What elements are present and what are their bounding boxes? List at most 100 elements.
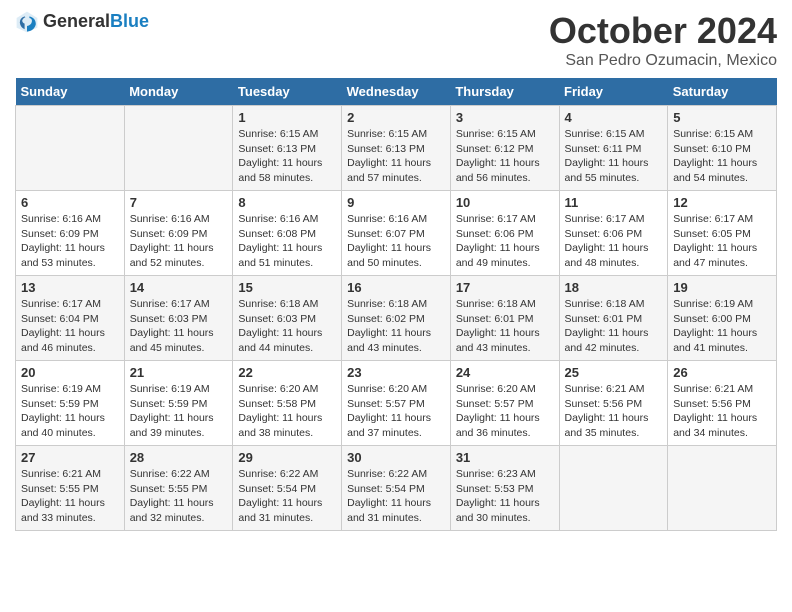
calendar-cell: 6 Sunrise: 6:16 AM Sunset: 6:09 PM Daylig…	[16, 191, 125, 276]
day-info: Sunrise: 6:20 AM Sunset: 5:57 PM Dayligh…	[456, 382, 554, 441]
header-day-thursday: Thursday	[450, 78, 559, 106]
calendar-cell: 27Sunrise: 6:21 AM Sunset: 5:55 PM Dayli…	[16, 446, 125, 531]
day-number: 7	[130, 195, 228, 210]
day-number: 16	[347, 280, 445, 295]
day-info: Sunrise: 6:19 AM Sunset: 5:59 PM Dayligh…	[21, 382, 119, 441]
day-info: Sunrise: 6:15 AM Sunset: 6:11 PM Dayligh…	[565, 127, 663, 186]
calendar-cell: 1 Sunrise: 6:15 AM Sunset: 6:13 PM Daylig…	[233, 106, 342, 191]
calendar-cell	[559, 446, 668, 531]
day-number: 6	[21, 195, 119, 210]
day-number: 30	[347, 450, 445, 465]
day-info: Sunrise: 6:16 AM Sunset: 6:07 PM Dayligh…	[347, 212, 445, 271]
calendar-cell: 17 Sunrise: 6:18 AM Sunset: 6:01 PM Dayli…	[450, 276, 559, 361]
calendar-cell: 15Sunrise: 6:18 AM Sunset: 6:03 PM Dayli…	[233, 276, 342, 361]
calendar-cell: 8 Sunrise: 6:16 AM Sunset: 6:08 PM Daylig…	[233, 191, 342, 276]
day-number: 21	[130, 365, 228, 380]
day-info: Sunrise: 6:17 AM Sunset: 6:06 PM Dayligh…	[456, 212, 554, 271]
calendar-cell: 22Sunrise: 6:20 AM Sunset: 5:58 PM Dayli…	[233, 361, 342, 446]
day-info: Sunrise: 6:15 AM Sunset: 6:13 PM Dayligh…	[347, 127, 445, 186]
day-info: Sunrise: 6:17 AM Sunset: 6:04 PM Dayligh…	[21, 297, 119, 356]
day-number: 31	[456, 450, 554, 465]
title-area: October 2024 San Pedro Ozumacin, Mexico	[549, 10, 777, 70]
day-info: Sunrise: 6:16 AM Sunset: 6:09 PM Dayligh…	[130, 212, 228, 271]
day-info: Sunrise: 6:18 AM Sunset: 6:02 PM Dayligh…	[347, 297, 445, 356]
day-info: Sunrise: 6:22 AM Sunset: 5:54 PM Dayligh…	[347, 467, 445, 526]
day-info: Sunrise: 6:18 AM Sunset: 6:01 PM Dayligh…	[456, 297, 554, 356]
logo: General Blue	[15, 10, 149, 34]
calendar-cell: 2Sunrise: 6:15 AM Sunset: 6:13 PM Daylig…	[342, 106, 451, 191]
day-info: Sunrise: 6:19 AM Sunset: 5:59 PM Dayligh…	[130, 382, 228, 441]
header-day-friday: Friday	[559, 78, 668, 106]
day-number: 14	[130, 280, 228, 295]
calendar-cell: 19 Sunrise: 6:19 AM Sunset: 6:00 PM Dayli…	[668, 276, 777, 361]
day-number: 11	[565, 195, 663, 210]
day-number: 23	[347, 365, 445, 380]
day-number: 3	[456, 110, 554, 125]
calendar-cell: 20 Sunrise: 6:19 AM Sunset: 5:59 PM Dayli…	[16, 361, 125, 446]
calendar-cell: 10 Sunrise: 6:17 AM Sunset: 6:06 PM Dayli…	[450, 191, 559, 276]
calendar-cell: 18 Sunrise: 6:18 AM Sunset: 6:01 PM Dayli…	[559, 276, 668, 361]
calendar-cell: 16 Sunrise: 6:18 AM Sunset: 6:02 PM Dayli…	[342, 276, 451, 361]
day-number: 20	[21, 365, 119, 380]
calendar-cell	[16, 106, 125, 191]
header: General Blue October 2024 San Pedro Ozum…	[15, 10, 777, 70]
day-number: 13	[21, 280, 119, 295]
calendar-cell: 7 Sunrise: 6:16 AM Sunset: 6:09 PM Daylig…	[124, 191, 233, 276]
day-number: 9	[347, 195, 445, 210]
calendar-week-1: 1 Sunrise: 6:15 AM Sunset: 6:13 PM Daylig…	[16, 106, 777, 191]
day-number: 18	[565, 280, 663, 295]
day-number: 19	[673, 280, 771, 295]
calendar-cell	[124, 106, 233, 191]
calendar-cell	[668, 446, 777, 531]
calendar-cell: 26 Sunrise: 6:21 AM Sunset: 5:56 PM Dayli…	[668, 361, 777, 446]
day-info: Sunrise: 6:16 AM Sunset: 6:08 PM Dayligh…	[238, 212, 336, 271]
calendar-cell: 30 Sunrise: 6:22 AM Sunset: 5:54 PM Dayli…	[342, 446, 451, 531]
calendar-cell: 5 Sunrise: 6:15 AM Sunset: 6:10 PM Daylig…	[668, 106, 777, 191]
day-number: 10	[456, 195, 554, 210]
logo-text: General Blue	[43, 12, 149, 32]
day-info: Sunrise: 6:17 AM Sunset: 6:03 PM Dayligh…	[130, 297, 228, 356]
calendar-header-row: SundayMondayTuesdayWednesdayThursdayFrid…	[16, 78, 777, 106]
month-title: October 2024	[549, 10, 777, 52]
day-number: 1	[238, 110, 336, 125]
calendar-week-3: 13 Sunrise: 6:17 AM Sunset: 6:04 PM Dayli…	[16, 276, 777, 361]
calendar-cell: 29 Sunrise: 6:22 AM Sunset: 5:54 PM Dayli…	[233, 446, 342, 531]
calendar-cell: 21 Sunrise: 6:19 AM Sunset: 5:59 PM Dayli…	[124, 361, 233, 446]
day-number: 12	[673, 195, 771, 210]
day-number: 4	[565, 110, 663, 125]
day-info: Sunrise: 6:18 AM Sunset: 6:01 PM Dayligh…	[565, 297, 663, 356]
day-info: Sunrise: 6:21 AM Sunset: 5:56 PM Dayligh…	[673, 382, 771, 441]
day-number: 5	[673, 110, 771, 125]
calendar-cell: 28 Sunrise: 6:22 AM Sunset: 5:55 PM Dayli…	[124, 446, 233, 531]
calendar-cell: 11 Sunrise: 6:17 AM Sunset: 6:06 PM Dayli…	[559, 191, 668, 276]
day-info: Sunrise: 6:17 AM Sunset: 6:05 PM Dayligh…	[673, 212, 771, 271]
day-info: Sunrise: 6:20 AM Sunset: 5:57 PM Dayligh…	[347, 382, 445, 441]
header-day-tuesday: Tuesday	[233, 78, 342, 106]
day-number: 29	[238, 450, 336, 465]
header-day-wednesday: Wednesday	[342, 78, 451, 106]
day-number: 28	[130, 450, 228, 465]
day-info: Sunrise: 6:17 AM Sunset: 6:06 PM Dayligh…	[565, 212, 663, 271]
day-info: Sunrise: 6:15 AM Sunset: 6:10 PM Dayligh…	[673, 127, 771, 186]
day-number: 17	[456, 280, 554, 295]
day-number: 25	[565, 365, 663, 380]
calendar-cell: 31 Sunrise: 6:23 AM Sunset: 5:53 PM Dayli…	[450, 446, 559, 531]
day-info: Sunrise: 6:23 AM Sunset: 5:53 PM Dayligh…	[456, 467, 554, 526]
calendar-cell: 9 Sunrise: 6:16 AM Sunset: 6:07 PM Daylig…	[342, 191, 451, 276]
header-day-sunday: Sunday	[16, 78, 125, 106]
day-number: 22	[238, 365, 336, 380]
day-info: Sunrise: 6:15 AM Sunset: 6:13 PM Dayligh…	[238, 127, 336, 186]
day-info: Sunrise: 6:19 AM Sunset: 6:00 PM Dayligh…	[673, 297, 771, 356]
calendar-cell: 3Sunrise: 6:15 AM Sunset: 6:12 PM Daylig…	[450, 106, 559, 191]
day-number: 8	[238, 195, 336, 210]
calendar-cell: 12 Sunrise: 6:17 AM Sunset: 6:05 PM Dayli…	[668, 191, 777, 276]
day-info: Sunrise: 6:22 AM Sunset: 5:54 PM Dayligh…	[238, 467, 336, 526]
day-info: Sunrise: 6:22 AM Sunset: 5:55 PM Dayligh…	[130, 467, 228, 526]
calendar-cell: 25Sunrise: 6:21 AM Sunset: 5:56 PM Dayli…	[559, 361, 668, 446]
calendar-table: SundayMondayTuesdayWednesdayThursdayFrid…	[15, 78, 777, 531]
calendar-cell: 24 Sunrise: 6:20 AM Sunset: 5:57 PM Dayli…	[450, 361, 559, 446]
day-number: 26	[673, 365, 771, 380]
day-number: 24	[456, 365, 554, 380]
day-info: Sunrise: 6:16 AM Sunset: 6:09 PM Dayligh…	[21, 212, 119, 271]
location-title: San Pedro Ozumacin, Mexico	[549, 52, 777, 70]
